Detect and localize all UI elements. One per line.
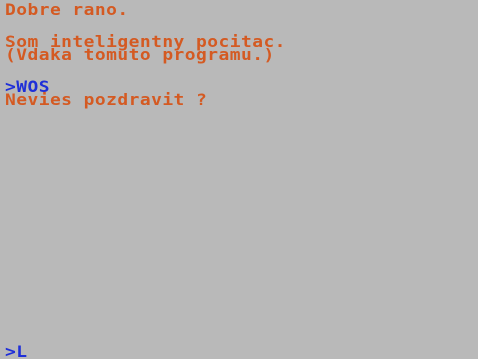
prompt-symbol: > bbox=[5, 342, 17, 359]
output-line-response: Nevies pozdravit ? bbox=[5, 90, 208, 109]
output-line-greeting: Dobre rano. bbox=[5, 0, 129, 19]
output-line-intro-2: (Vdaka tomuto programu.) bbox=[5, 45, 275, 64]
terminal-screen[interactable]: Dobre rano. Som inteligentny pocitac. (V… bbox=[0, 0, 478, 359]
command-prompt[interactable]: >L bbox=[5, 344, 28, 359]
text-cursor: L bbox=[16, 342, 28, 359]
